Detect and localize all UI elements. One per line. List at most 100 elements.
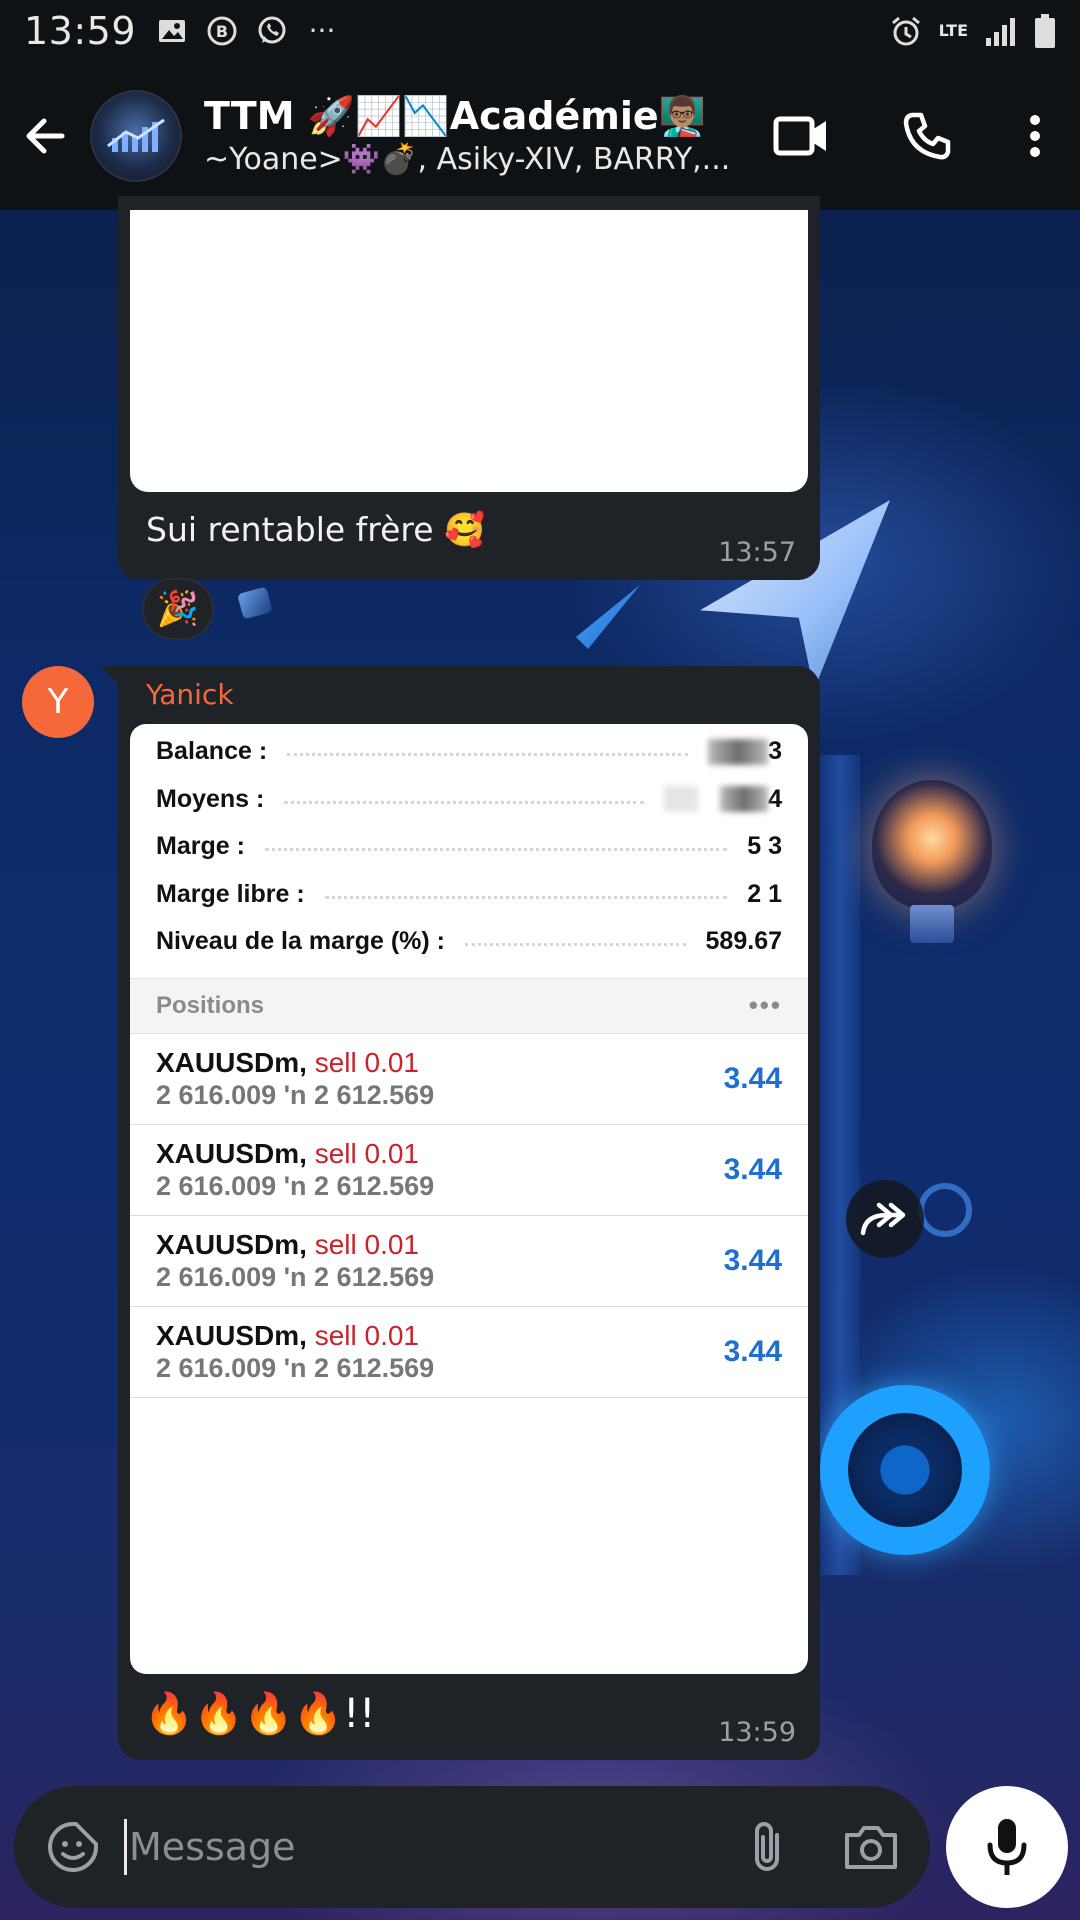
leader-dots bbox=[287, 753, 689, 757]
account-label: Marge libre : bbox=[156, 879, 305, 908]
position-side: sell 0.01 bbox=[314, 1046, 419, 1078]
message-text: 🔥🔥🔥🔥!! bbox=[144, 1691, 376, 1737]
voice-call-button[interactable] bbox=[864, 86, 990, 186]
position-side: sell 0.01 bbox=[314, 1137, 419, 1169]
text-caret bbox=[124, 1819, 127, 1875]
wallpaper-bulb-base bbox=[910, 905, 954, 943]
sticker-icon bbox=[48, 1822, 98, 1872]
position-profit: 3.44 bbox=[723, 1061, 782, 1095]
positions-header: Positions ••• bbox=[130, 977, 808, 1034]
sender-name[interactable]: Yanick bbox=[146, 678, 234, 711]
chart-logo-icon bbox=[107, 118, 165, 152]
video-camera-icon bbox=[773, 116, 826, 156]
position-side: sell 0.01 bbox=[314, 1228, 419, 1260]
positions-title: Positions bbox=[156, 991, 265, 1019]
microphone-icon bbox=[987, 1819, 1027, 1875]
message-input[interactable] bbox=[129, 1825, 732, 1869]
sender-avatar[interactable]: Y bbox=[22, 666, 94, 738]
wallpaper-dart bbox=[576, 585, 640, 649]
network-type: LTE bbox=[938, 21, 968, 40]
account-row: Marge : 5 3 bbox=[130, 823, 808, 871]
position-symbol: XAUUSDm, bbox=[156, 1137, 307, 1169]
message-image[interactable] bbox=[130, 210, 808, 492]
system-icons: LTE bbox=[889, 14, 1056, 48]
position-prices: 2 616.009 'n 2 612.569 bbox=[156, 1170, 435, 1201]
overflow-menu-button[interactable] bbox=[990, 86, 1080, 186]
message-text: Sui rentable frère 🥰 bbox=[146, 510, 486, 549]
position-profit: 3.44 bbox=[723, 1334, 782, 1368]
account-label: Balance : bbox=[156, 737, 268, 766]
phone-icon bbox=[903, 112, 951, 160]
signal-icon bbox=[986, 18, 1015, 46]
position-symbol: XAUUSDm, bbox=[156, 1319, 307, 1351]
more-vert-icon bbox=[1030, 115, 1040, 157]
wallpaper-bulb bbox=[872, 780, 992, 910]
message-image[interactable]: Balance : 3 Moyens : 4 Marge : 5 3 Marge… bbox=[130, 724, 808, 1674]
position-profit: 3.44 bbox=[723, 1243, 782, 1277]
more-horiz-icon: ••• bbox=[748, 990, 782, 1020]
leader-dots bbox=[284, 800, 645, 804]
chat-title-block[interactable]: TTM 🚀📈📉Académie👨🏽‍🏫 ~Yoane>👾💣, Asiky-XIV… bbox=[204, 92, 734, 180]
wallpaper-cube bbox=[237, 586, 273, 620]
account-value: 2 1 bbox=[747, 879, 782, 908]
video-call-button[interactable] bbox=[738, 86, 864, 186]
position-row: XAUUSDm, sell 0.01 2 616.009 'n 2 612.56… bbox=[130, 1034, 808, 1125]
leader-dots bbox=[264, 848, 728, 852]
message-bubble[interactable]: Sui rentable frère 🥰 13:57 bbox=[118, 196, 820, 580]
account-value: 4 bbox=[768, 784, 782, 813]
position-symbol: XAUUSDm, bbox=[156, 1228, 307, 1260]
account-label: Niveau de la marge (%) : bbox=[156, 927, 445, 956]
message-composer bbox=[14, 1786, 930, 1908]
back-button[interactable] bbox=[0, 62, 90, 210]
more-notifications-icon: ··· bbox=[308, 14, 336, 47]
camera-button[interactable] bbox=[836, 1812, 906, 1882]
battery-icon bbox=[1035, 14, 1055, 48]
forward-button[interactable] bbox=[846, 1180, 924, 1258]
redacted-value bbox=[664, 786, 699, 813]
message-bubble[interactable]: Yanick Balance : 3 Moyens : 4 Marge : 5 … bbox=[118, 666, 820, 1760]
chat-title: TTM 🚀📈📉Académie👨🏽‍🏫 bbox=[204, 94, 706, 138]
position-prices: 2 616.009 'n 2 612.569 bbox=[156, 1261, 435, 1292]
chat-header: TTM 🚀📈📉Académie👨🏽‍🏫 ~Yoane>👾💣, Asiky-XIV… bbox=[0, 62, 1080, 210]
sticker-button[interactable] bbox=[38, 1812, 108, 1882]
account-row: Moyens : 4 bbox=[130, 776, 808, 824]
wallpaper-ring bbox=[820, 1385, 990, 1555]
gallery-icon bbox=[159, 20, 186, 42]
svg-text:B: B bbox=[216, 22, 228, 41]
paperclip-icon bbox=[755, 1822, 779, 1871]
account-label: Marge : bbox=[156, 832, 245, 861]
voice-record-button[interactable] bbox=[946, 1786, 1068, 1908]
message-time: 13:57 bbox=[718, 537, 796, 568]
camera-icon bbox=[845, 1826, 897, 1869]
position-profit: 3.44 bbox=[723, 1152, 782, 1186]
chat-members: ~Yoane>👾💣, Asiky-XIV, BARRY,... bbox=[204, 142, 731, 177]
account-value: 5 3 bbox=[747, 832, 782, 861]
bbm-icon: B bbox=[207, 16, 237, 46]
forward-icon bbox=[860, 1202, 906, 1236]
position-symbol: XAUUSDm, bbox=[156, 1046, 307, 1078]
reaction-badge[interactable]: 🎉 bbox=[142, 578, 214, 640]
account-row: Balance : 3 bbox=[130, 728, 808, 776]
account-label: Moyens : bbox=[156, 784, 265, 813]
position-side: sell 0.01 bbox=[314, 1319, 419, 1351]
status-time: 13:59 bbox=[24, 9, 137, 53]
redacted-value bbox=[708, 738, 769, 765]
position-prices: 2 616.009 'n 2 612.569 bbox=[156, 1079, 435, 1110]
group-avatar[interactable] bbox=[90, 90, 182, 182]
account-value: 3 bbox=[768, 737, 782, 766]
account-value: 589.67 bbox=[705, 927, 782, 956]
position-row: XAUUSDm, sell 0.01 2 616.009 'n 2 612.56… bbox=[130, 1216, 808, 1307]
position-prices: 2 616.009 'n 2 612.569 bbox=[156, 1352, 435, 1383]
attach-button[interactable] bbox=[732, 1812, 802, 1882]
redacted-value bbox=[720, 786, 769, 813]
alarm-icon bbox=[891, 16, 920, 46]
leader-dots bbox=[464, 943, 686, 947]
wallpaper-ring-small bbox=[918, 1183, 972, 1237]
account-row: Marge libre : 2 1 bbox=[130, 871, 808, 919]
message-time: 13:59 bbox=[718, 1717, 796, 1748]
leader-dots bbox=[324, 895, 728, 899]
position-row: XAUUSDm, sell 0.01 2 616.009 'n 2 612.56… bbox=[130, 1307, 808, 1398]
notification-icons: B ··· bbox=[156, 15, 338, 47]
back-arrow-icon bbox=[26, 118, 65, 154]
status-bar: 13:59 B ··· LTE bbox=[0, 0, 1080, 62]
